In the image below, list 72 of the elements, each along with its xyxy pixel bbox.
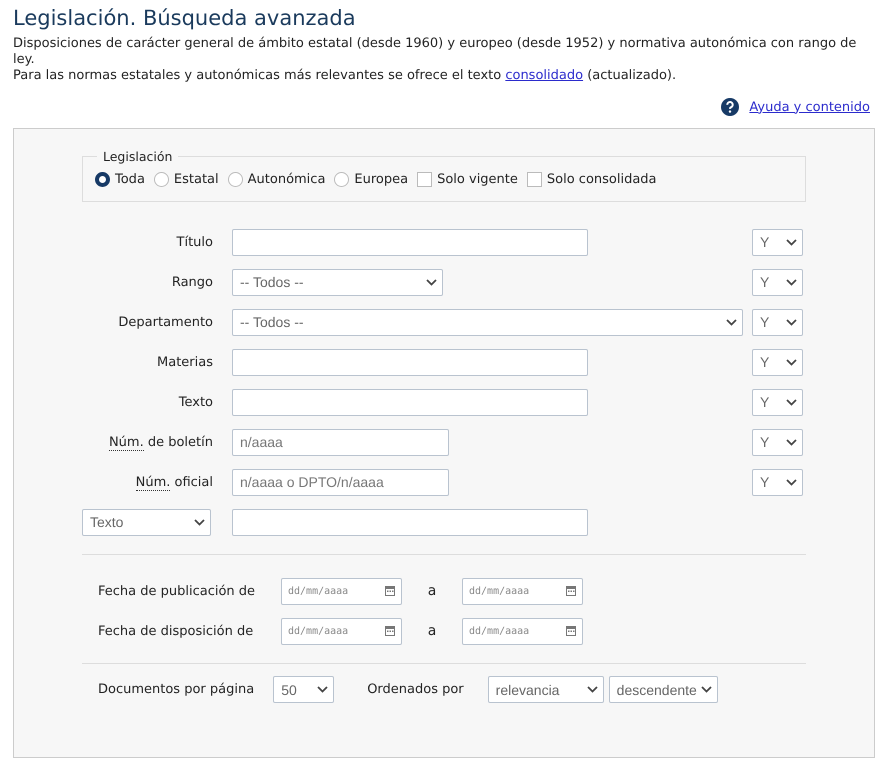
date-field[interactable]: dd/mm/aaaa [462,618,583,644]
dropdown[interactable]: -- Todos -- [232,268,443,296]
field-label: Título [176,234,213,250]
date-label: Fecha de disposición de [98,624,254,638]
radio-button[interactable] [334,172,350,187]
checkbox[interactable] [526,172,542,187]
chevron-icon [700,686,712,693]
field-label: Núm. oficial [134,474,213,490]
help-link[interactable]: Ayuda y contenido [749,100,870,114]
option-label: Toda [115,172,145,187]
chevron-icon [194,518,205,526]
text-field[interactable] [232,348,588,376]
per-page-label: Documentos por página [98,682,254,697]
operator-dropdown[interactable]: Y [752,268,803,296]
calendar-icon [566,626,576,636]
radio-button[interactable] [154,172,169,187]
chevron-icon [786,478,797,486]
field-label: Texto [178,394,213,410]
text-field[interactable] [232,388,588,416]
operator-dropdown[interactable]: Y [752,428,803,456]
chevron-icon [726,318,737,326]
calendar-icon [385,626,395,636]
field-label: Materias [156,354,213,370]
option-label: Estatal [174,172,219,187]
description: Para las normas estatales y autonómicas más relevantes se ofrece el texto consolidado (actualizado). [13,68,678,84]
option-label: Solo consolidada [546,172,657,187]
calendar-icon [566,586,576,596]
chevron-icon [786,278,797,286]
field-label: Rango [170,274,213,290]
option-label: Europea [354,172,408,187]
range-separator: a [426,583,438,599]
chevron-icon [786,318,797,326]
checkbox[interactable] [417,172,432,187]
help-icon[interactable] [721,98,740,116]
date-field[interactable]: dd/mm/aaaa [281,578,402,604]
chevron-icon [786,438,797,446]
operator-dropdown[interactable]: Y [752,228,803,256]
consolidated-link[interactable]: consolidado [505,68,584,83]
chevron-icon [426,278,437,286]
text-field[interactable]: n/aaaa [232,428,449,456]
chevron-icon [586,686,598,693]
field-dropdown[interactable]: Texto [82,508,211,536]
dropdown[interactable]: -- Todos -- [232,308,743,336]
radio-button[interactable] [95,172,110,187]
text-field[interactable]: n/aaaa o DPTO/n/aaaa [232,468,449,496]
order-dropdown[interactable]: relevancia [488,676,604,703]
field-label: Núm. de boletín [108,434,213,450]
chevron-icon [786,238,797,246]
chevron-icon [786,398,797,406]
order-label: Ordenados por [367,682,464,697]
operator-dropdown[interactable]: Y [752,468,803,496]
description: Disposiciones de carácter general de ámbito estatal (desde 1960) y europeo (desde 1952) y normativa autonómica con rango de ley. [13,36,858,68]
radio-button[interactable] [228,172,243,187]
direction-dropdown[interactable]: descendente [608,676,718,703]
operator-dropdown[interactable]: Y [752,348,803,376]
text-field[interactable] [232,228,588,256]
chevron-icon [317,686,328,693]
chevron-icon [786,358,797,366]
operator-dropdown[interactable]: Y [752,308,803,336]
option-label: Solo vigente [437,172,518,187]
field-label: Departamento [117,314,213,330]
per-page-dropdown[interactable]: 50 [273,676,334,703]
calendar-icon [385,586,395,596]
group-legend: Legislación [97,149,178,164]
date-field[interactable]: dd/mm/aaaa [462,578,583,604]
operator-dropdown[interactable]: Y [752,388,803,416]
option-label: Autonómica [248,172,326,187]
range-separator: a [426,623,438,639]
date-label: Fecha de publicación de [98,584,256,598]
text-field[interactable] [232,508,588,536]
page-title: Legislación. Búsqueda avanzada [13,6,357,30]
date-field[interactable]: dd/mm/aaaa [281,618,402,644]
